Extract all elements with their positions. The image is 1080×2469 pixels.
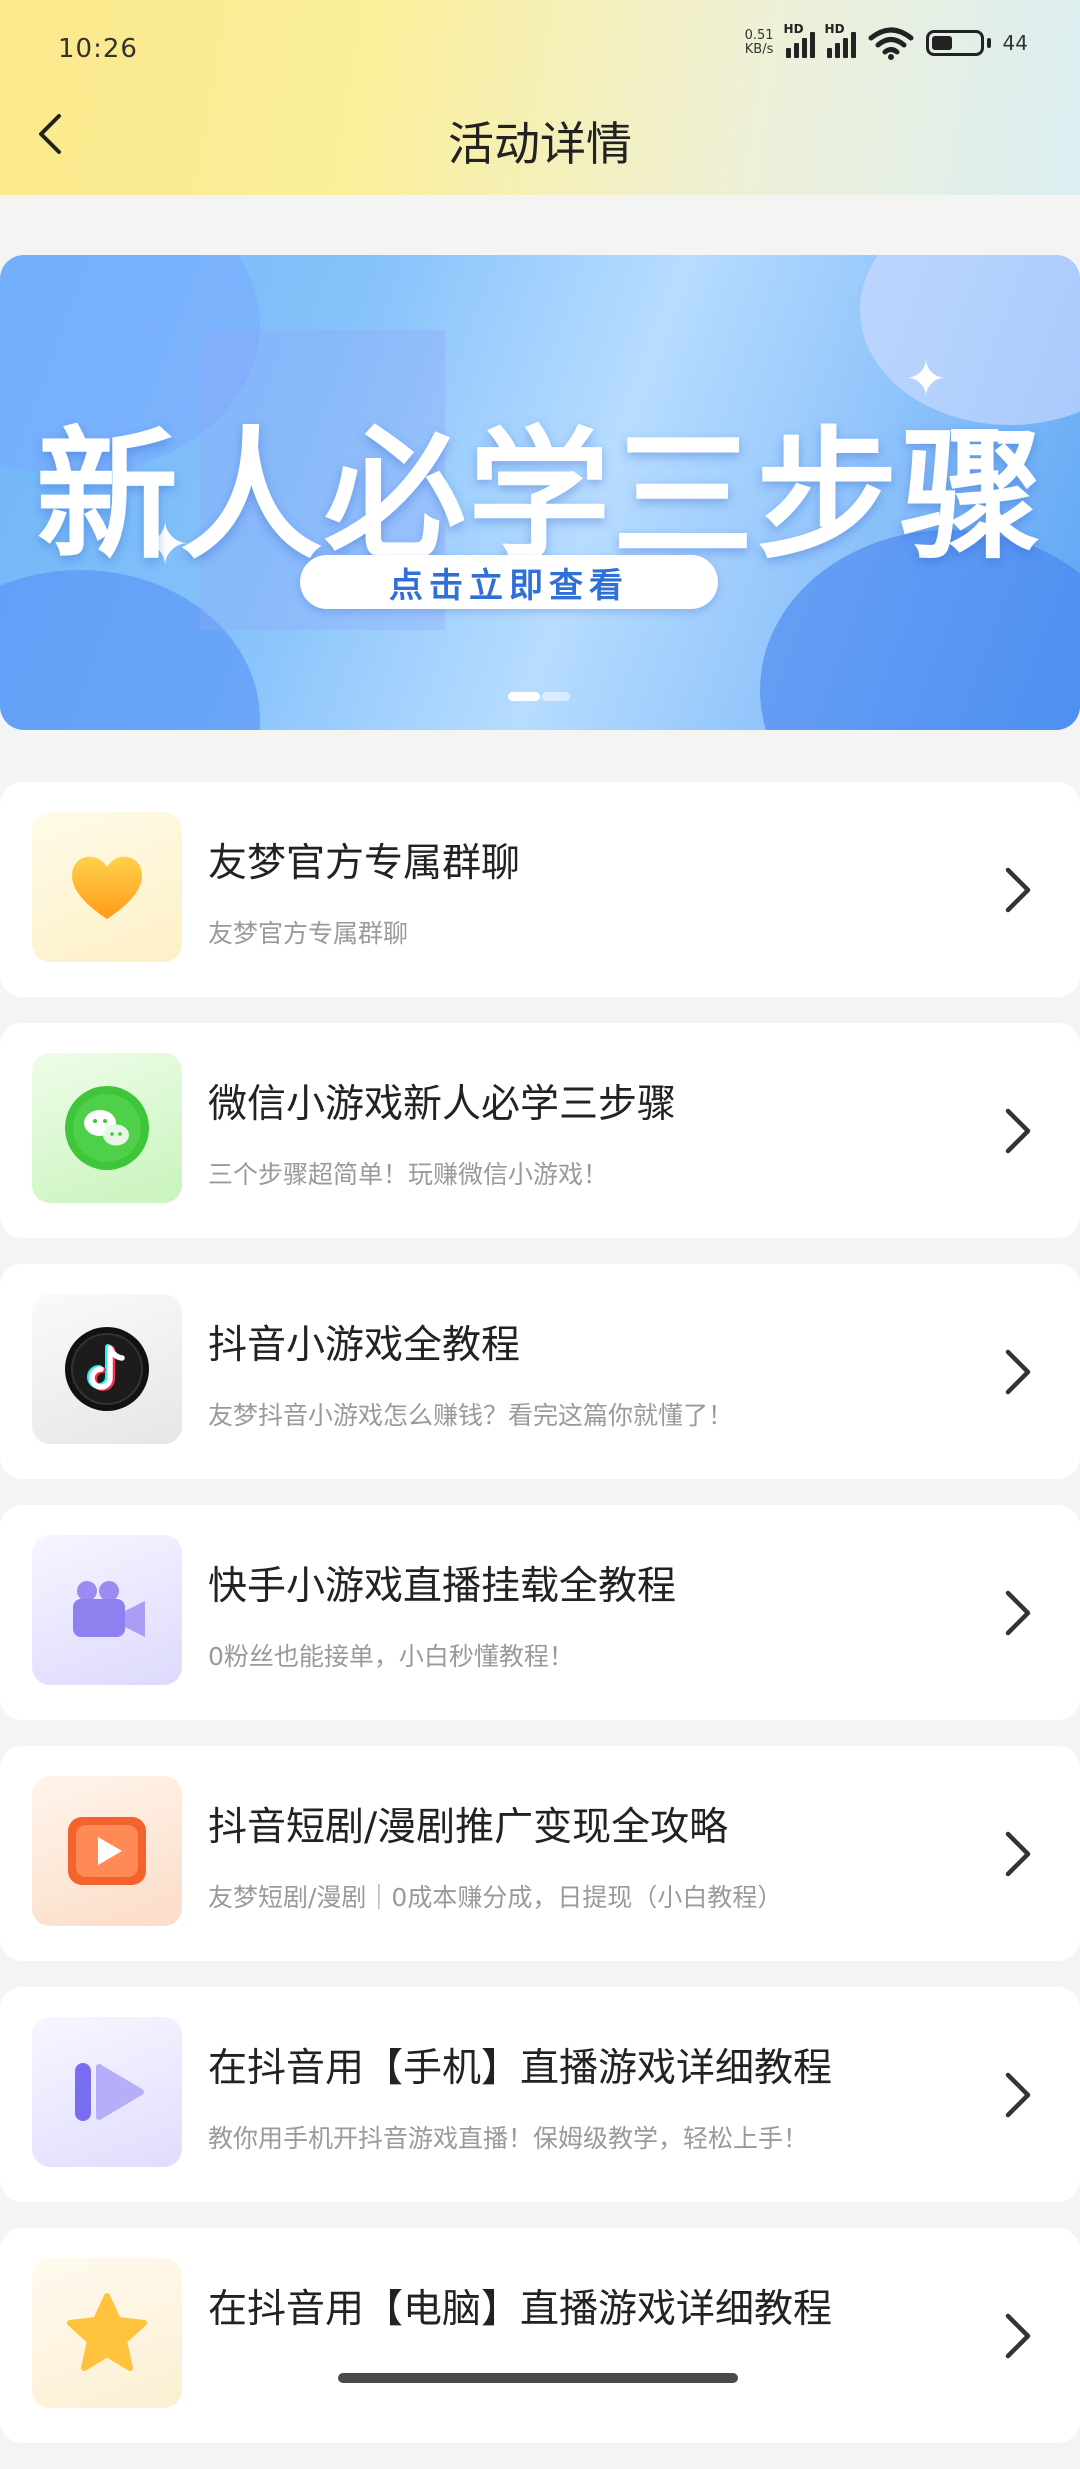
battery-level: 44	[1002, 31, 1028, 55]
item-thumbnail	[32, 1053, 182, 1203]
carousel-indicator	[508, 692, 570, 701]
status-icons: 0.51 KB/s HD HD 44	[744, 22, 1028, 60]
home-indicator[interactable]	[338, 2373, 738, 2383]
item-title: 抖音小游戏全教程	[208, 1323, 521, 1368]
carousel-dot-active	[508, 692, 540, 701]
item-subtitle: 三个步骤超简单！玩赚微信小游戏！	[208, 1160, 609, 1189]
chevron-right-icon	[1005, 2313, 1031, 2359]
list-item[interactable]: 抖音短剧/漫剧推广变现全攻略 友梦短剧/漫剧｜0成本赚分成，日提现（小白教程）	[0, 1746, 1080, 1961]
item-title: 在抖音用【手机】直播游戏详细教程	[208, 2046, 833, 2091]
wechat-icon	[65, 1086, 149, 1170]
chevron-right-icon	[1005, 1590, 1031, 1636]
app-header: 10:26 0.51 KB/s HD HD 44 活动详情	[0, 0, 1080, 195]
activity-list: 友梦官方专属群聊 友梦官方专属群聊 微信小游戏新人必学三步骤 三个步骤超简单！玩…	[0, 782, 1080, 2469]
network-speed: 0.51 KB/s	[744, 28, 774, 57]
battery-icon	[925, 30, 991, 56]
chevron-right-icon	[1005, 867, 1031, 913]
list-item[interactable]: 在抖音用【电脑】直播游戏详细教程	[0, 2228, 1080, 2443]
banner-cta-button[interactable]: 点击立即查看	[300, 555, 718, 609]
list-item[interactable]: 微信小游戏新人必学三步骤 三个步骤超简单！玩赚微信小游戏！	[0, 1023, 1080, 1238]
item-subtitle: 0粉丝也能接单，小白秒懂教程！	[208, 1642, 574, 1671]
signal-icon: HD	[825, 22, 856, 58]
heart-icon	[72, 856, 142, 919]
item-subtitle: 友梦短剧/漫剧｜0成本赚分成，日提现（小白教程）	[208, 1883, 783, 1912]
chevron-right-icon	[1005, 1108, 1031, 1154]
promo-banner[interactable]: ✦ ✦ 新人必学三步骤 点击立即查看	[0, 255, 1080, 730]
item-thumbnail	[32, 1776, 182, 1926]
signal-icon: HD	[784, 22, 815, 58]
item-thumbnail	[32, 2258, 182, 2408]
page-title: 活动详情	[448, 117, 632, 171]
chevron-right-icon	[1005, 1349, 1031, 1395]
wifi-icon	[868, 27, 914, 60]
live-play-icon	[75, 2063, 144, 2121]
video-camera-icon	[73, 1581, 145, 1637]
play-icon	[68, 1817, 146, 1885]
item-title: 微信小游戏新人必学三步骤	[208, 1082, 677, 1127]
item-subtitle: 友梦官方专属群聊	[208, 919, 409, 948]
carousel-dot	[542, 692, 570, 701]
list-item[interactable]: 抖音小游戏全教程 友梦抖音小游戏怎么赚钱？看完这篇你就懂了！	[0, 1264, 1080, 1479]
list-item[interactable]: 快手小游戏直播挂载全教程 0粉丝也能接单，小白秒懂教程！	[0, 1505, 1080, 1720]
status-time: 10:26	[58, 34, 138, 64]
douyin-icon	[65, 1327, 149, 1411]
chevron-right-icon	[1005, 1831, 1031, 1877]
item-thumbnail	[32, 1535, 182, 1685]
chevron-right-icon	[1005, 2072, 1031, 2118]
list-item[interactable]: 友梦官方专属群聊 友梦官方专属群聊	[0, 782, 1080, 997]
list-item[interactable]: 在抖音用【手机】直播游戏详细教程 教你用手机开抖音游戏直播！保姆级教学，轻松上手…	[0, 1987, 1080, 2202]
star-icon	[67, 2293, 147, 2371]
item-thumbnail	[32, 2017, 182, 2167]
item-thumbnail	[32, 1294, 182, 1444]
item-title: 快手小游戏直播挂载全教程	[208, 1564, 677, 1609]
item-subtitle: 友梦抖音小游戏怎么赚钱？看完这篇你就懂了！	[208, 1401, 734, 1430]
item-subtitle: 教你用手机开抖音游戏直播！保姆级教学，轻松上手！	[208, 2124, 809, 2153]
item-thumbnail	[32, 812, 182, 962]
item-title: 友梦官方专属群聊	[208, 841, 521, 886]
item-title: 在抖音用【电脑】直播游戏详细教程	[208, 2287, 833, 2332]
item-title: 抖音短剧/漫剧推广变现全攻略	[208, 1805, 729, 1850]
